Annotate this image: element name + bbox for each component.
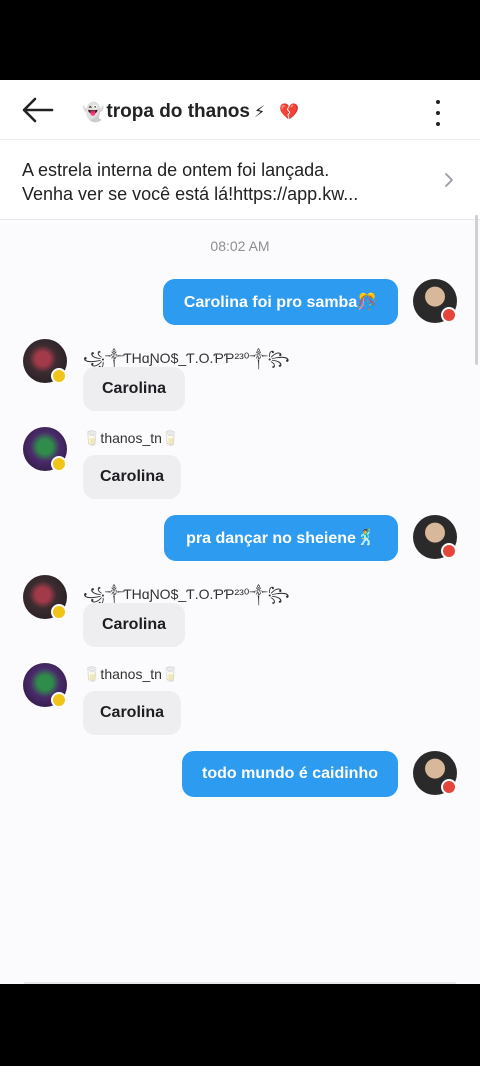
- lightning-icon: ⚡: [253, 104, 266, 121]
- more-vertical-icon: [436, 100, 440, 104]
- user-badge-icon: [441, 543, 457, 559]
- outgoing-message[interactable]: todo mundo é caidinho: [182, 751, 398, 797]
- outgoing-message[interactable]: Carolina foi pro samba🎊: [163, 279, 398, 325]
- sender-name[interactable]: 🥛thanos_tn🥛: [83, 430, 179, 447]
- message-timestamp: 08:02 AM: [210, 238, 270, 254]
- sender-name[interactable]: 🥛thanos_tn🥛: [83, 666, 179, 683]
- composer-divider: [24, 982, 456, 984]
- banner-line-1: A estrela interna de ontem foi lançada.: [22, 160, 330, 180]
- more-options-button[interactable]: [428, 98, 448, 126]
- incoming-message[interactable]: Carolina: [83, 367, 185, 411]
- chevron-right-icon: [445, 173, 453, 187]
- outgoing-message[interactable]: pra dançar no sheiene🕺: [164, 515, 398, 561]
- user-badge-icon: [51, 604, 67, 620]
- user-badge-icon: [441, 779, 457, 795]
- incoming-message[interactable]: Carolina: [83, 603, 185, 647]
- chat-header: 👻 tropa do thanos ⚡ 💔: [0, 80, 480, 140]
- user-badge-icon: [441, 307, 457, 323]
- user-badge-icon: [51, 692, 67, 708]
- incoming-message[interactable]: Carolina: [83, 455, 181, 499]
- chat-screen: 👻 tropa do thanos ⚡ 💔 A estrela interna …: [0, 80, 480, 984]
- group-name: tropa do thanos: [106, 101, 250, 122]
- incoming-message[interactable]: Carolina: [83, 691, 181, 735]
- banner-line-2: Venha ver se você está lá!https://app.kw…: [22, 184, 359, 204]
- arrow-left-icon: [22, 97, 54, 123]
- announcement-banner[interactable]: A estrela interna de ontem foi lançada. …: [0, 140, 480, 220]
- back-button[interactable]: [20, 94, 56, 126]
- banner-text: A estrela interna de ontem foi lançada. …: [22, 158, 422, 206]
- broken-heart-icon: 💔: [279, 104, 300, 121]
- ghost-icon: 👻: [82, 101, 105, 122]
- user-badge-icon: [51, 368, 67, 384]
- user-badge-icon: [51, 456, 67, 472]
- chat-title[interactable]: 👻 tropa do thanos ⚡ 💔: [82, 100, 299, 124]
